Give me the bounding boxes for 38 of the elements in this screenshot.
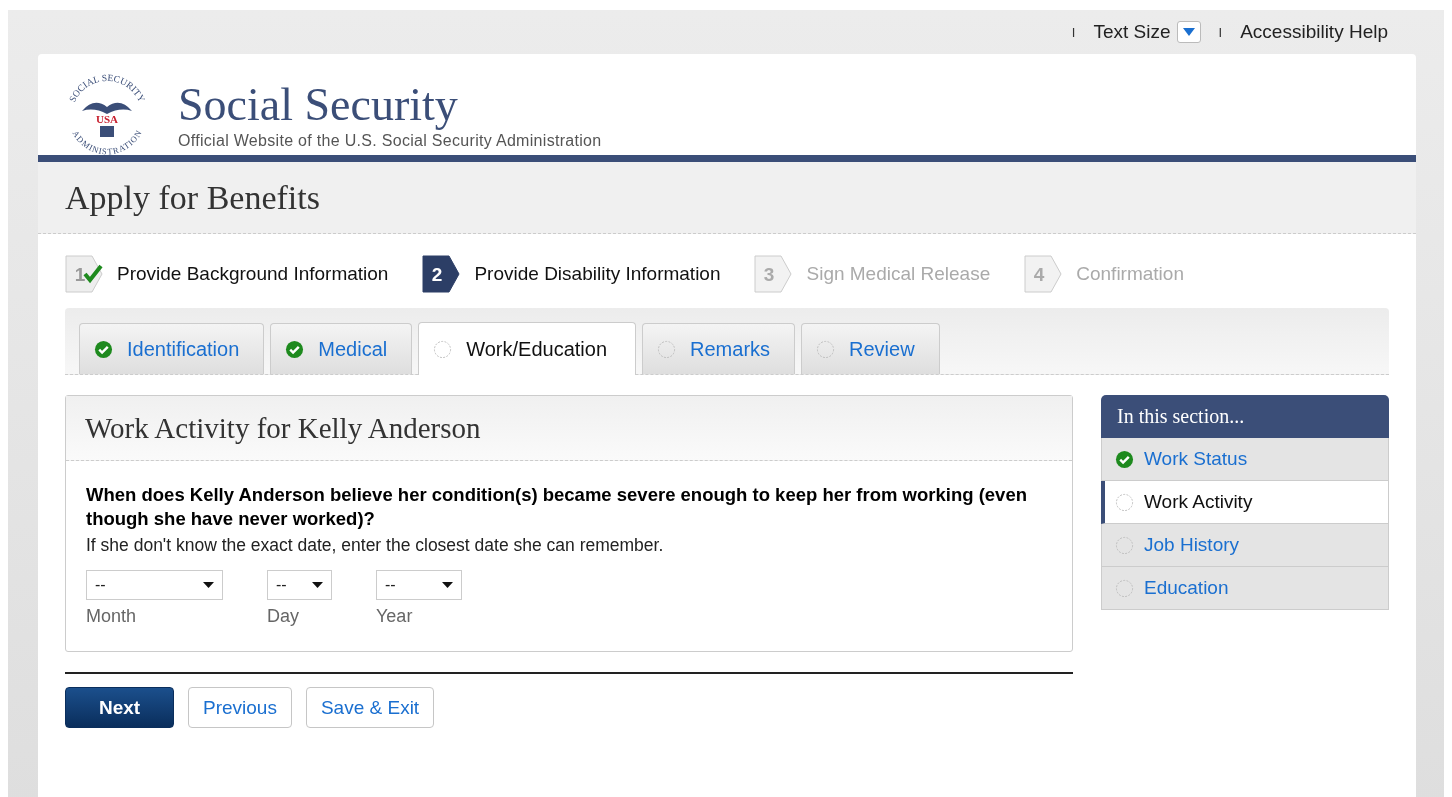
caret-icon — [312, 582, 323, 588]
site-title: Social Security — [178, 81, 459, 128]
tab[interactable]: Remarks — [642, 323, 796, 374]
date-select[interactable]: -- — [267, 570, 332, 600]
page-title: Apply for Benefits — [65, 178, 320, 217]
accessibility-help-link[interactable]: Accessibility Help — [1240, 21, 1388, 43]
step-badge: 1 — [65, 254, 105, 294]
caret-icon — [203, 582, 214, 588]
sidebar-item[interactable]: Work Activity — [1101, 481, 1389, 524]
separator: I — [1071, 24, 1076, 40]
site-subtitle: Official Website of the U.S. Social Security Administration — [178, 131, 602, 150]
sidebar-item[interactable]: Work Status — [1101, 438, 1389, 481]
step-label: Provide Disability Information — [474, 263, 721, 285]
sidebar-item[interactable]: Job History — [1101, 524, 1389, 567]
tab[interactable]: Review — [801, 323, 940, 374]
form-title: Work Activity for Kelly Anderson — [85, 411, 481, 445]
step-label: Confirmation — [1076, 263, 1184, 285]
nav-button[interactable]: Previous — [188, 687, 292, 728]
next-button[interactable]: Next — [65, 687, 174, 728]
date-select[interactable]: -- — [86, 570, 223, 600]
hint-text: If she don't know the exact date, enter the closest date she can remember. — [86, 535, 665, 556]
caret-icon — [442, 582, 453, 588]
field-label: Year — [376, 606, 414, 627]
sidebar-item[interactable]: Education — [1101, 567, 1389, 610]
text-size-control[interactable]: Text Size — [1093, 20, 1201, 44]
tab[interactable]: Medical — [270, 323, 413, 374]
sidebar-title: In this section... — [1101, 395, 1389, 438]
step-label: Provide Background Information — [117, 263, 389, 285]
field-label: Day — [267, 606, 300, 627]
field-label: Month — [86, 606, 138, 627]
tab[interactable]: Identification — [79, 323, 265, 374]
tab[interactable]: Work/Education — [418, 322, 637, 375]
step-label: Sign Medical Release — [806, 263, 991, 285]
dropdown-icon[interactable] — [1176, 21, 1201, 44]
nav-button[interactable]: Save & Exit — [305, 687, 435, 728]
date-select[interactable]: -- — [376, 570, 462, 600]
separator: I — [1218, 24, 1223, 40]
question-text: When does Kelly Anderson believe her condition(s) became severe enough to keep her from working (even though she have never worked)? — [86, 483, 1028, 531]
